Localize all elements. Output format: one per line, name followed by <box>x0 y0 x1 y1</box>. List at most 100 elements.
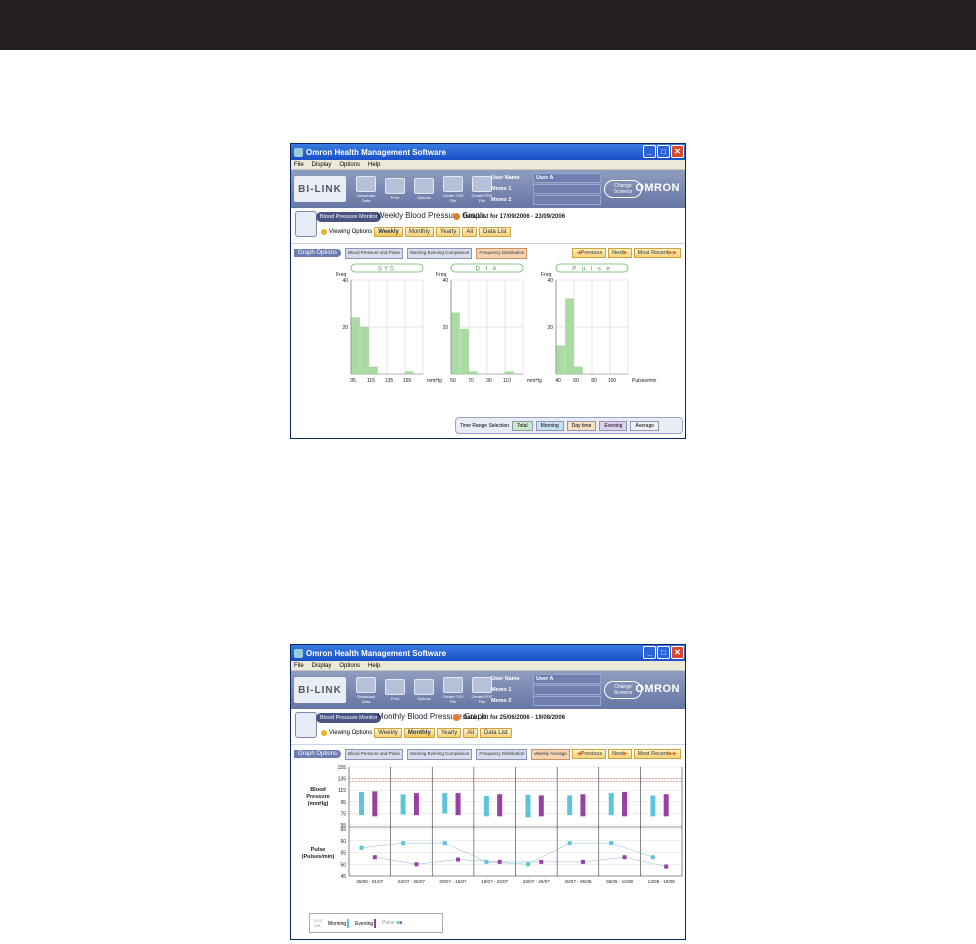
options-button[interactable]: Options <box>412 178 436 200</box>
omron-logo: OMRON <box>635 182 680 194</box>
data-list-label: Data List for 25/06/2006 - 19/08/2006 <box>463 714 566 721</box>
view-datalist-button[interactable]: Data List <box>478 227 511 237</box>
menu-help[interactable]: Help <box>368 162 380 168</box>
graph-options-label: Graph Options <box>294 249 342 257</box>
minimize-button[interactable]: _ <box>643 145 656 158</box>
previous-button[interactable]: ◀Previous <box>572 749 607 759</box>
previous-label: Previous <box>580 751 603 757</box>
download-data-button[interactable]: Download Data <box>354 175 378 203</box>
legend-sys-dia: SYS DIA <box>314 918 322 928</box>
y-tick-label: 40 <box>547 278 553 284</box>
view-yearly-button[interactable]: Yearly <box>436 728 462 738</box>
print-icon <box>385 679 405 695</box>
title-bar[interactable]: Omron Health Management Software _ □ ✕ <box>291 144 685 160</box>
title-bar[interactable]: Omron Health Management Software _ □ ✕ <box>291 645 685 661</box>
graph-option-weekly-average[interactable]: Weekly Average <box>531 748 570 760</box>
pulse-axis-label-line1: Pulse <box>311 847 326 853</box>
chart-bar <box>460 329 469 375</box>
view-yearly-button[interactable]: Yearly <box>435 227 461 237</box>
most-recent-button[interactable]: Most Recent▶▶ <box>633 248 681 258</box>
data-list-label: Data List for 17/09/2006 - 23/09/2006 <box>463 213 566 220</box>
app-window-monthly: Omron Health Management Software _ □ ✕ F… <box>290 644 686 940</box>
viewing-options: Viewing Options Weekly Monthly Yearly Al… <box>321 227 511 237</box>
view-monthly-button[interactable]: Monthly <box>404 227 434 237</box>
menu-display[interactable]: Display <box>312 162 332 168</box>
data-list-icon <box>453 714 460 721</box>
bp-bar-evening <box>413 793 419 816</box>
data-list-link[interactable]: Data List for 17/09/2006 - 23/09/2006 <box>453 213 565 220</box>
y-tick-label: 20 <box>342 325 348 331</box>
bp-tick-label: 115 <box>338 788 346 794</box>
bp-bar-evening <box>663 794 669 817</box>
view-weekly-button[interactable]: Weekly <box>374 227 403 237</box>
window-title: Omron Health Management Software <box>306 147 447 157</box>
chart-title: D I A <box>475 267 498 273</box>
view-datalist-button[interactable]: Data List <box>479 728 512 738</box>
close-button[interactable]: ✕ <box>671 145 684 158</box>
pulse-point-morning <box>359 845 364 850</box>
pulse-point-evening <box>497 859 502 864</box>
bp-tick-label: 155 <box>338 765 347 771</box>
graph-option-bp-pulse[interactable]: Blood Pressure and Pulse <box>345 748 404 760</box>
memo2-field <box>533 696 601 706</box>
pulse-point-morning <box>525 862 530 867</box>
x-tick-label: 16/07 - 22/07 <box>481 879 509 884</box>
create-csv-button[interactable]: Create CSV File <box>441 175 465 203</box>
pulse-tick-label: 45 <box>340 874 346 880</box>
bp-axis-label-line1: Blood <box>310 787 326 793</box>
menu-file[interactable]: File <box>294 162 304 168</box>
menu-options[interactable]: Options <box>339 663 360 669</box>
next-button[interactable]: Next▶ <box>608 248 632 258</box>
create-csv-button[interactable]: Create CSV File <box>441 676 465 704</box>
maximize-button[interactable]: □ <box>657 145 670 158</box>
print-button[interactable]: Print <box>383 178 407 200</box>
view-weekly-button[interactable]: Weekly <box>374 728 402 738</box>
graph-option-bp-pulse[interactable]: Blood Pressure and Pulse <box>345 247 404 259</box>
menu-file[interactable]: File <box>294 663 304 669</box>
chart-bar <box>351 317 360 375</box>
next-label: Next <box>612 751 624 757</box>
view-monthly-button[interactable]: Monthly <box>403 728 435 738</box>
graph-header: Blood Pressure Monitor Weekly Blood Pres… <box>291 208 685 244</box>
maximize-button[interactable]: □ <box>657 646 670 659</box>
minimize-button[interactable]: _ <box>643 646 656 659</box>
graph-option-morning-evening[interactable]: Morning Evening Comparison <box>407 748 473 760</box>
menu-display[interactable]: Display <box>312 663 332 669</box>
close-button[interactable]: ✕ <box>671 646 684 659</box>
previous-button[interactable]: ◀Previous <box>572 248 607 258</box>
legend-morning-label: Morning <box>328 920 347 927</box>
time-range-selection: Time Range Selection Total Morning Day t… <box>455 417 683 434</box>
view-all-button[interactable]: All <box>463 728 478 738</box>
viewing-options-icon <box>321 229 327 235</box>
graph-option-frequency[interactable]: Frequency Distribution <box>476 748 528 760</box>
next-button[interactable]: Next▶ <box>608 749 632 759</box>
view-all-button[interactable]: All <box>462 227 477 237</box>
graph-option-frequency[interactable]: Frequency Distribution <box>476 247 528 259</box>
download-data-button[interactable]: Download Data <box>354 676 378 704</box>
x-tick-label: 40 <box>555 378 561 384</box>
memo1-label: Memo 1 <box>491 687 512 693</box>
time-range-total[interactable]: Total <box>512 420 533 431</box>
time-range-morning[interactable]: Morning <box>535 420 564 431</box>
next-label: Next <box>612 250 624 256</box>
user-name-label: User Name <box>491 676 520 682</box>
bilink-logo: BI-LINK <box>294 176 346 202</box>
time-range-evening[interactable]: Evening <box>599 420 628 431</box>
menu-options[interactable]: Options <box>339 162 360 168</box>
x-tick-label: 110 <box>503 378 511 384</box>
time-range-average[interactable]: Average <box>630 420 660 431</box>
pulse-point-evening <box>456 857 461 862</box>
bp-tick-label: 135 <box>338 777 347 783</box>
frequency-chart-area: SYS Freq 20 40 95 115 135 155 mmHg D I A Freq 20 40 5… <box>291 262 685 438</box>
menu-help[interactable]: Help <box>368 663 380 669</box>
memo1-field <box>533 685 601 695</box>
options-button[interactable]: Options <box>412 679 436 701</box>
chart-bar <box>405 371 414 375</box>
print-button[interactable]: Print <box>383 679 407 701</box>
time-range-daytime[interactable]: Day time <box>566 420 597 431</box>
graph-option-morning-evening[interactable]: Morning Evening Comparison <box>407 247 473 259</box>
app-window-weekly: Omron Health Management Software _ □ ✕ F… <box>290 143 686 439</box>
data-list-link[interactable]: Data List for 25/06/2006 - 19/08/2006 <box>453 714 565 721</box>
most-recent-button[interactable]: Most Recent▶▶ <box>633 749 681 759</box>
menu-bar: File Display Options Help <box>291 661 685 671</box>
